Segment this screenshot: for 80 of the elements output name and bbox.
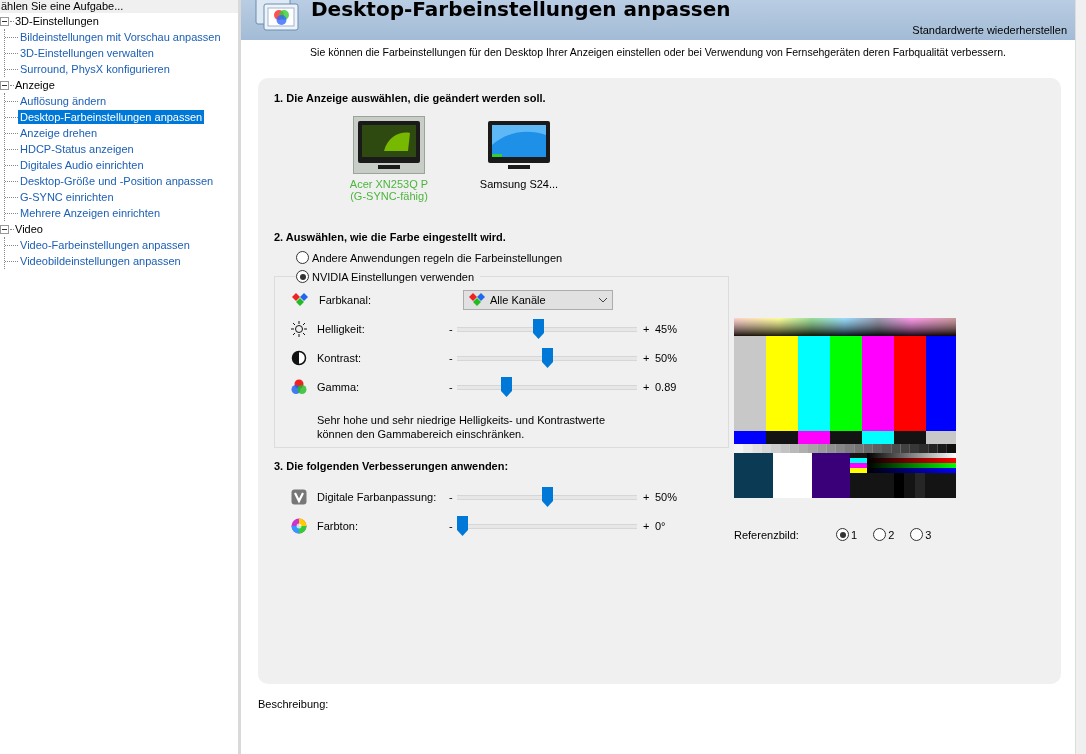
radio-label: 2 [888,528,895,541]
collapse-toggle[interactable] [0,224,9,234]
minus-sign: - [449,519,454,532]
radio-label: 1 [851,528,858,541]
plus-sign: + [643,351,651,364]
contrast-icon [291,349,307,366]
color-wheel-icon [291,517,307,534]
radio-button[interactable] [873,528,887,541]
radio-button[interactable] [296,251,309,264]
minus-sign: - [449,380,454,393]
setting-label: Digitale Farbanpassung: [317,490,438,503]
section-heading: 1. Die Anzeige auswählen, die geändert werden soll. [274,92,547,104]
tree-item[interactable]: 3D-Einstellungen verwalten [18,46,156,60]
display-name: Acer XN253Q P (G-SYNC-fähig) [349,178,429,202]
plus-sign: + [643,322,651,335]
slider-thumb[interactable] [541,347,553,368]
color-diamonds-icon [468,291,486,308]
tree-item[interactable]: Desktop-Farbeinstellungen anpassen [18,110,205,124]
radio-label: Andere Anwendungen regeln die Farbeinstellungen [312,251,563,264]
slider-value: 0.89 [655,380,678,393]
slider-thumb[interactable] [533,318,545,339]
tree-item[interactable]: Videobildeinstellungen anpassen [18,254,183,268]
section-heading: 3. Die folgenden Verbesserungen anwenden: [274,460,510,472]
tree-category[interactable]: Video [15,223,43,235]
plus-sign: + [643,519,651,532]
tree-item[interactable]: Digitales Audio einrichten [18,158,146,172]
reference-label: Referenzbild: [734,528,800,541]
slider-thumb[interactable] [457,515,468,536]
v-logo-icon [291,488,307,505]
tree-item[interactable]: Surround, PhysX konfigurieren [18,62,172,76]
channel-dropdown[interactable]: Alle Kanäle [463,289,613,310]
minus-sign: - [449,490,454,503]
plus-sign: + [643,380,651,393]
radio-label: NVIDIA Einstellungen verwenden [312,270,475,283]
slider-thumb[interactable] [500,376,512,397]
setting-label: Kontrast: [317,351,363,364]
monitor-icon [488,121,550,171]
tree-category[interactable]: 3D-Einstellungen [15,15,99,27]
setting-label: Farbton: [317,519,359,532]
color-diamonds-icon [291,291,309,308]
tree-item[interactable]: Desktop-Größe und -Position anpassen [18,174,216,188]
color-circles-icon [291,378,307,395]
slider-value: 0° [655,519,667,532]
plus-sign: + [643,490,651,503]
sun-icon [291,320,307,337]
collapse-toggle[interactable] [0,80,9,90]
tree-item[interactable]: Video-Farbeinstellungen anpassen [18,238,192,252]
radio-button[interactable] [910,528,924,541]
tree-item[interactable]: G-SYNC einrichten [18,190,116,204]
display-name: Samsung S24... [479,178,559,190]
tree-item[interactable]: HDCP-Status anzeigen [18,142,136,156]
tree-category[interactable]: Anzeige [15,79,55,91]
radio-label: 3 [925,528,932,541]
hint-text: Sehr hohe und sehr niedrige Helligkeits- und Kontrastwerte können den Gammabereich einschränken. [317,413,606,441]
slider-thumb[interactable] [541,486,553,507]
panel-header: ählen Sie eine Aufgabe... [1,0,124,12]
setting-label: Gamma: [317,380,361,393]
section-heading: 2. Auswählen, wie die Farbe eingestellt wird. [274,231,507,243]
setting-label: Farbkanal: [319,293,372,306]
minus-sign: - [449,351,454,364]
radio-button[interactable] [836,528,849,541]
description-label: Beschreibung: [258,698,329,710]
collapse-toggle[interactable] [0,16,9,26]
page-title: Desktop-Farbeinstellungen anpassen [311,0,731,19]
restore-defaults-link[interactable]: Standardwerte wiederherstellen [912,24,1067,36]
minus-sign: - [449,322,454,335]
display-tile[interactable] [353,116,425,174]
slider-value: 50% [655,490,679,503]
tree-item[interactable]: Bildeinstellungen mit Vorschau anpassen [18,30,223,44]
monitor-color-icon [255,0,299,34]
radio-button[interactable] [296,270,309,283]
chevron-down-icon [598,296,608,303]
tree-item[interactable]: Auflösung ändern [18,94,109,108]
tree-item[interactable]: Anzeige drehen [18,126,100,140]
intro-text: Sie können die Farbeinstellungen für den Desktop Ihrer Anzeigen einstellen oder bei Verwendung von Fernsehgeräten deren Farbqualität verbessern. [309,46,1007,58]
monitor-icon [358,121,420,171]
slider-value: 50% [655,351,679,364]
tree-item[interactable]: Mehrere Anzeigen einrichten [18,206,163,220]
setting-label: Helligkeit: [317,322,366,335]
slider-value: 45% [655,322,679,335]
